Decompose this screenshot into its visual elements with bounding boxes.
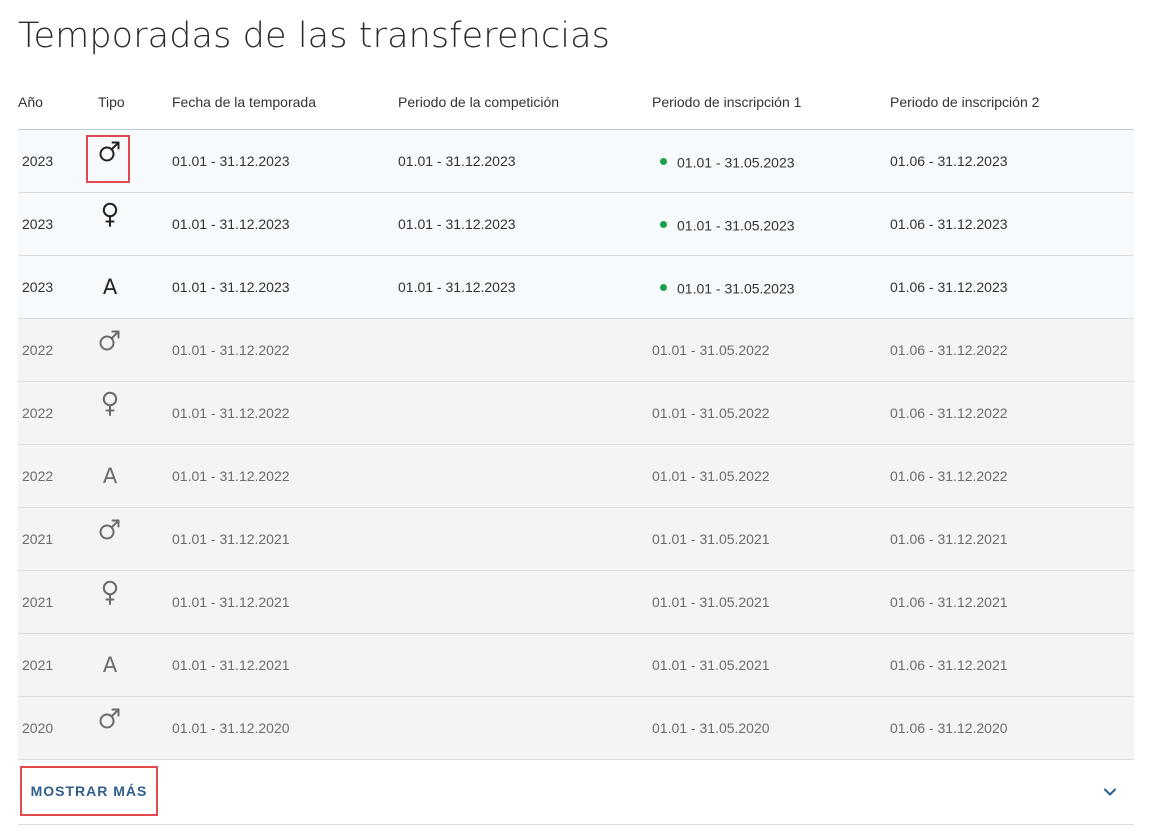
- cell-competition-period: 01.01 - 31.12.2023: [398, 279, 516, 295]
- page-title: Temporadas de las transferencias: [18, 16, 610, 56]
- cell-season-date: 01.01 - 31.12.2021: [172, 531, 290, 547]
- cell-year: 2021: [22, 594, 54, 610]
- header-type: Tipo: [98, 94, 125, 110]
- cell-inscription-period-2: 01.06 - 31.12.2022: [890, 468, 1008, 484]
- cell-inscription-period-1: 01.01 - 31.05.2021: [652, 531, 770, 547]
- chevron-down-icon[interactable]: [1102, 784, 1118, 800]
- cell-year: 2022: [22, 405, 54, 421]
- table-row: 2023 01.01 - 31.12.2023 01.01 - 31.12.2023…: [18, 193, 1134, 256]
- male-icon: [88, 516, 132, 560]
- cell-type: A: [88, 445, 132, 507]
- cell-inscription-period-1: 01.01 - 31.05.2022: [652, 342, 770, 358]
- male-icon: [88, 327, 132, 371]
- table-row: 2023 A 01.01 - 31.12.2023 01.01 - 31.12.202…: [18, 256, 1134, 319]
- active-status-dot: [660, 283, 667, 291]
- cell-type: A: [88, 256, 132, 318]
- cell-season-date: 01.01 - 31.12.2021: [172, 657, 290, 673]
- female-icon: [88, 201, 132, 245]
- cell-season-date: 01.01 - 31.12.2021: [172, 594, 290, 610]
- cell-year: 2023: [22, 153, 54, 169]
- cell-inscription-period-1: 01.01 - 31.05.2023: [660, 130, 795, 192]
- cell-season-date: 01.01 - 31.12.2020: [172, 720, 290, 736]
- cell-season-date: 01.01 - 31.12.2023: [172, 153, 290, 169]
- table-row: 2023 01.01 - 31.12.2023 01.01 - 31.12.2023…: [18, 130, 1134, 193]
- male-icon: [88, 138, 132, 182]
- cell-year: 2022: [22, 342, 54, 358]
- active-status-dot: [660, 220, 667, 228]
- male-icon: [88, 705, 132, 749]
- cell-type: [88, 319, 132, 381]
- cell-type: [88, 697, 132, 759]
- show-more-button[interactable]: MOSTRAR MÁS: [20, 766, 158, 816]
- cell-inscription-period-2: 01.06 - 31.12.2022: [890, 342, 1008, 358]
- letter-a-icon: A: [102, 653, 118, 677]
- header-season-date: Fecha de la temporada: [172, 94, 316, 110]
- cell-season-date: 01.01 - 31.12.2022: [172, 405, 290, 421]
- cell-type: [88, 508, 132, 570]
- cell-season-date: 01.01 - 31.12.2023: [172, 216, 290, 232]
- letter-a-icon: A: [102, 275, 118, 299]
- cell-type: [88, 193, 132, 255]
- female-icon: [88, 390, 132, 434]
- table-footer: MOSTRAR MÁS: [18, 760, 1134, 825]
- table-row: 2022 01.01 - 31.12.2022 01.01 - 31.05.2022…: [18, 319, 1134, 382]
- cell-inscription-period-2: 01.06 - 31.12.2020: [890, 720, 1008, 736]
- seasons-table: Año Tipo Fecha de la temporada Periodo d…: [18, 70, 1134, 825]
- table-row: 2021 01.01 - 31.12.2021 01.01 - 31.05.2021…: [18, 571, 1134, 634]
- cell-season-date: 01.01 - 31.12.2022: [172, 342, 290, 358]
- cell-inscription-period-1: 01.01 - 31.05.2022: [652, 405, 770, 421]
- cell-year: 2021: [22, 531, 54, 547]
- header-year: Año: [18, 94, 43, 110]
- cell-year: 2023: [22, 216, 54, 232]
- table-row: 2022 A 01.01 - 31.12.2022 01.01 - 31.05.202…: [18, 445, 1134, 508]
- cell-inscription-period-1: 01.01 - 31.05.2023: [660, 193, 795, 255]
- cell-inscription-period-2: 01.06 - 31.12.2021: [890, 594, 1008, 610]
- cell-type: [88, 382, 132, 444]
- cell-inscription-period-2: 01.06 - 31.12.2021: [890, 531, 1008, 547]
- cell-type: A: [88, 634, 132, 696]
- letter-a-icon: A: [102, 464, 118, 488]
- cell-competition-period: 01.01 - 31.12.2023: [398, 216, 516, 232]
- cell-year: 2022: [22, 468, 54, 484]
- cell-inscription-period-2: 01.06 - 31.12.2021: [890, 657, 1008, 673]
- cell-inscription-period-1: 01.01 - 31.05.2023: [660, 256, 795, 318]
- table-row: 2022 01.01 - 31.12.2022 01.01 - 31.05.2022…: [18, 382, 1134, 445]
- header-inscription-period-1: Periodo de inscripción 1: [652, 94, 802, 110]
- cell-inscription-period-2: 01.06 - 31.12.2023: [890, 216, 1008, 232]
- table-row: 2021 01.01 - 31.12.2021 01.01 - 31.05.2021…: [18, 508, 1134, 571]
- cell-season-date: 01.01 - 31.12.2023: [172, 279, 290, 295]
- cell-year: 2020: [22, 720, 54, 736]
- active-status-dot: [660, 157, 667, 165]
- cell-inscription-period-1: 01.01 - 31.05.2021: [652, 594, 770, 610]
- table-body: 2023 01.01 - 31.12.2023 01.01 - 31.12.2023…: [18, 130, 1134, 760]
- female-icon: [88, 579, 132, 623]
- table-row: 2021 A 01.01 - 31.12.2021 01.01 - 31.05.202…: [18, 634, 1134, 697]
- cell-year: 2021: [22, 657, 54, 673]
- cell-inscription-period-1: 01.01 - 31.05.2022: [652, 468, 770, 484]
- cell-inscription-period-2: 01.06 - 31.12.2023: [890, 279, 1008, 295]
- header-competition-period: Periodo de la competición: [398, 94, 560, 110]
- cell-type: [88, 130, 132, 192]
- cell-inscription-period-1: 01.01 - 31.05.2020: [652, 720, 770, 736]
- cell-season-date: 01.01 - 31.12.2022: [172, 468, 290, 484]
- header-inscription-period-2: Periodo de inscripción 2: [890, 94, 1040, 110]
- cell-inscription-period-2: 01.06 - 31.12.2023: [890, 153, 1008, 169]
- table-row: 2020 01.01 - 31.12.2020 01.01 - 31.05.2020…: [18, 697, 1134, 760]
- cell-inscription-period-1: 01.01 - 31.05.2021: [652, 657, 770, 673]
- cell-type: [88, 571, 132, 633]
- cell-year: 2023: [22, 279, 54, 295]
- cell-inscription-period-2: 01.06 - 31.12.2022: [890, 405, 1008, 421]
- cell-competition-period: 01.01 - 31.12.2023: [398, 153, 516, 169]
- table-header: Año Tipo Fecha de la temporada Periodo d…: [18, 70, 1134, 130]
